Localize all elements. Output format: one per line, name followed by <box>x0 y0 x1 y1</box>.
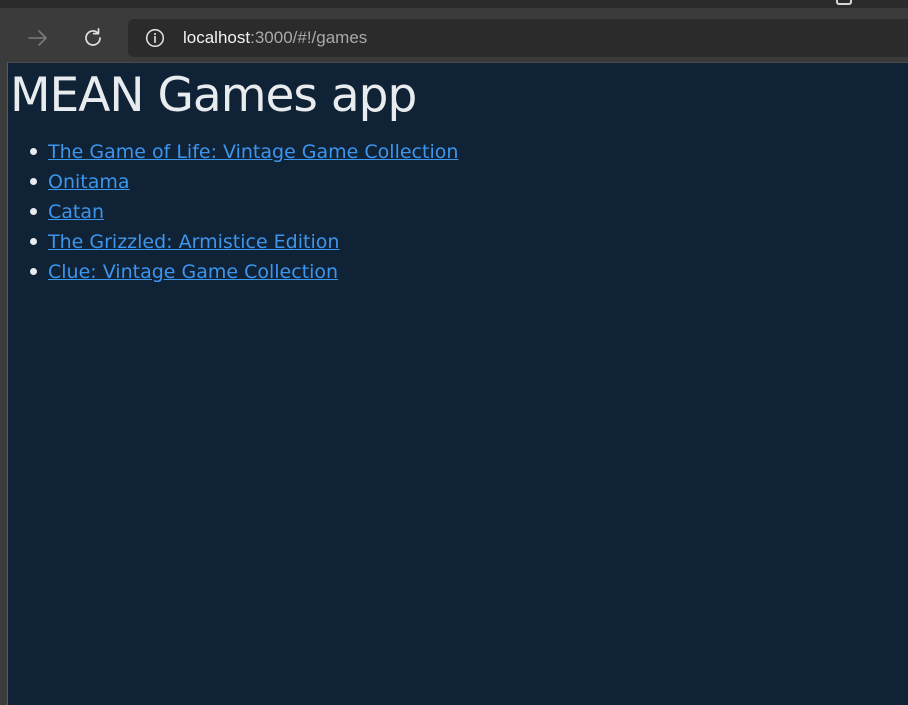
game-link[interactable]: Onitama <box>48 171 130 193</box>
url-host: localhost <box>183 28 251 47</box>
browser-toolbar: localhost:3000/#!/games <box>0 0 908 62</box>
page-viewport: MEAN Games app The Game of Life: Vintage… <box>7 62 908 705</box>
url-text[interactable]: localhost:3000/#!/games <box>183 19 367 57</box>
arrow-right-icon <box>28 30 47 46</box>
list-item: Catan <box>29 196 458 226</box>
url-path: :3000/#!/games <box>250 28 368 47</box>
games-list: The Game of Life: Vintage Game Collectio… <box>8 136 458 286</box>
game-link[interactable]: Catan <box>48 201 104 223</box>
game-link[interactable]: The Game of Life: Vintage Game Collectio… <box>48 141 458 163</box>
list-item: The Game of Life: Vintage Game Collectio… <box>29 136 458 166</box>
list-item: Onitama <box>29 166 458 196</box>
game-link[interactable]: Clue: Vintage Game Collection <box>48 261 338 283</box>
game-link[interactable]: The Grizzled: Armistice Edition <box>48 231 339 253</box>
list-item: Clue: Vintage Game Collection <box>29 256 458 286</box>
address-bar[interactable]: localhost:3000/#!/games <box>128 19 908 57</box>
tab-strip <box>0 0 908 8</box>
reload-icon <box>85 27 101 46</box>
tab-corner-icon <box>836 0 852 5</box>
forward-button[interactable] <box>22 22 54 54</box>
reload-button[interactable] <box>77 22 109 54</box>
info-icon[interactable] <box>145 28 165 48</box>
list-item: The Grizzled: Armistice Edition <box>29 226 458 256</box>
page-title: MEAN Games app <box>10 68 417 123</box>
